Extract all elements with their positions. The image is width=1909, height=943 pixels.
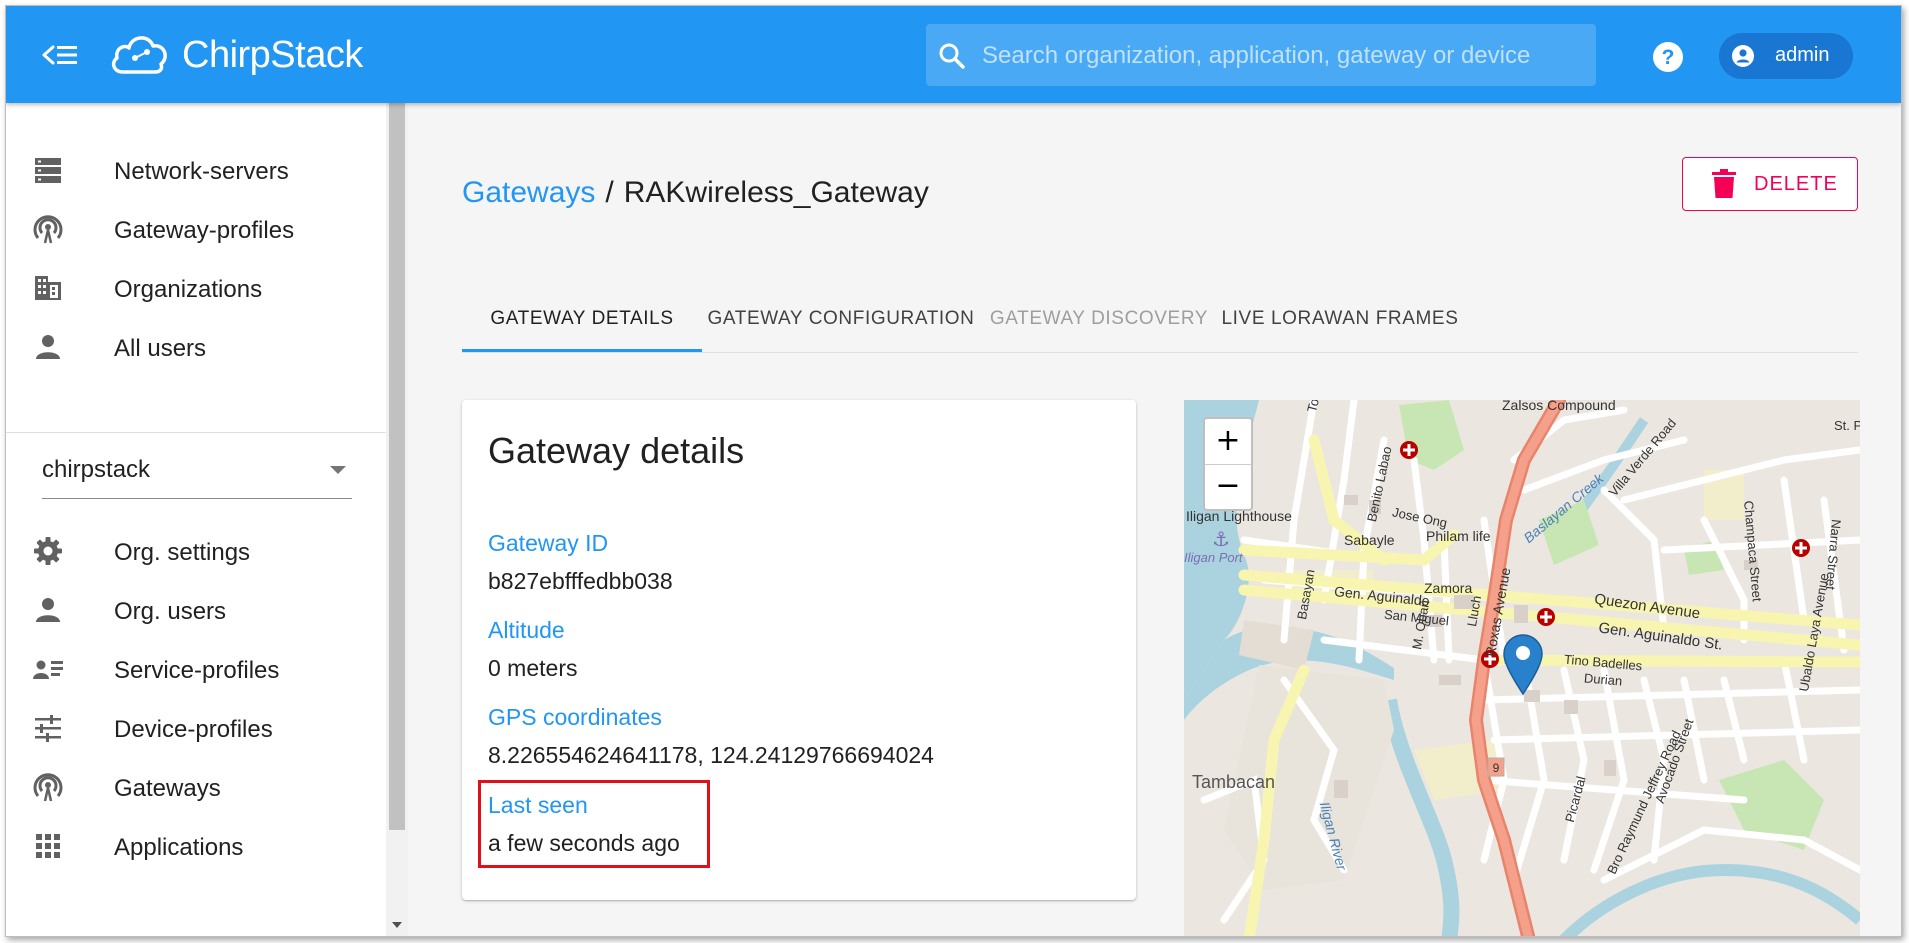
delete-button[interactable]: DELETE [1682, 157, 1858, 211]
sidebar-item-service-profiles[interactable]: Service-profiles [6, 637, 386, 701]
sidebar-item-label: All users [114, 335, 207, 362]
map-label: Iligan Port [1184, 550, 1243, 565]
map-label: Sabayle [1344, 532, 1395, 548]
search-box[interactable] [926, 24, 1596, 88]
card-title: Gateway details [488, 430, 745, 471]
search-input[interactable] [980, 24, 1584, 88]
person-icon [36, 335, 60, 359]
sidebar-item-label: Org. users [114, 598, 227, 625]
map-label: Zamora [1424, 580, 1473, 596]
app-bar: ChirpStack ? admin [6, 6, 1901, 103]
sidebar-item-label: Gateways [114, 775, 221, 802]
user-menu-button[interactable]: admin [1719, 33, 1853, 79]
altitude-label: Altitude [488, 617, 565, 643]
sidebar-item-applications[interactable]: Applications [6, 814, 386, 878]
sidebar-item-organizations[interactable]: Organizations [6, 256, 386, 320]
tab-bar: GATEWAY DETAILS GATEWAY CONFIGURATION GA… [462, 290, 1858, 353]
sidebar-item-label: Network-servers [114, 158, 289, 185]
scrollbar-thumb[interactable] [389, 103, 405, 830]
user-name: admin [1775, 44, 1830, 66]
sidebar-item-label: Gateway-profiles [114, 217, 295, 244]
gateway-icon [33, 773, 63, 802]
chirpstack-logo-icon [111, 36, 167, 74]
sidebar-item-gateways[interactable]: Gateways [6, 755, 386, 819]
delete-button-label: DELETE [1754, 173, 1838, 195]
service-profile-icon [33, 660, 63, 679]
dropdown-arrow-icon [330, 466, 346, 474]
sidebar-item-gateway-profiles[interactable]: Gateway-profiles [6, 197, 386, 261]
gateway-id-label: Gateway ID [488, 530, 609, 556]
sidebar-divider [6, 432, 386, 433]
gps-coordinates-label: GPS coordinates [488, 704, 662, 730]
brand-title: ChirpStack [182, 34, 363, 76]
help-icon[interactable]: ? [1652, 41, 1684, 73]
gateway-details-card: Gateway details Gateway ID b827ebfffedbb… [462, 400, 1136, 900]
breadcrumb-link-gateways[interactable]: Gateways [462, 176, 595, 209]
sliders-icon [35, 715, 61, 742]
sidebar-item-org-settings[interactable]: Org. settings [6, 519, 386, 583]
gateway-id-value: b827ebfffedbb038 [488, 568, 673, 594]
tab-live-lorawan-frames[interactable]: LIVE LORAWAN FRAMES [1218, 290, 1462, 352]
active-tab-indicator [462, 349, 702, 352]
trash-icon [1712, 169, 1736, 198]
organization-select-value: chirpstack [42, 456, 151, 483]
sidebar-item-label: Applications [114, 834, 244, 861]
collapse-menu-icon[interactable] [42, 39, 80, 71]
page-title: RAKwireless_Gateway [623, 176, 929, 209]
map-label: Philam life [1426, 528, 1491, 544]
organization-select[interactable]: chirpstack [42, 446, 352, 499]
tab-gateway-configuration[interactable]: GATEWAY CONFIGURATION [702, 290, 980, 352]
altitude-value: 0 meters [488, 655, 578, 681]
map-label: Durian [1583, 670, 1623, 689]
sidebar-item-label: Service-profiles [114, 657, 280, 684]
sidebar-item-device-profiles[interactable]: Device-profiles [6, 696, 386, 760]
last-seen-highlight [478, 780, 710, 868]
map-label: St. P [1834, 418, 1860, 433]
tab-gateway-discovery: GATEWAY DISCOVERY [989, 308, 1209, 329]
account-circle-icon [1732, 45, 1754, 67]
gateway-location-map[interactable]: 9 ⚓ + − Zalsos Compound Tomas Cabili Ave… [1184, 400, 1860, 936]
sidebar-item-org-users[interactable]: Org. users [6, 578, 386, 642]
sidebar-item-label: Org. settings [114, 539, 251, 566]
person-icon [36, 598, 60, 622]
breadcrumb-separator: / [605, 176, 614, 209]
gear-icon [34, 537, 62, 565]
map-tiles: 9 ⚓ [1184, 400, 1860, 936]
zoom-out-button[interactable]: − [1205, 464, 1251, 509]
scroll-down-arrow-icon[interactable] [392, 922, 402, 928]
map-zoom-control: + − [1203, 417, 1253, 511]
breadcrumb: Gateways / RAKwireless_Gateway [462, 176, 929, 210]
building-icon [35, 276, 61, 300]
app-window: ChirpStack ? admin [5, 5, 1902, 937]
apps-grid-icon [36, 834, 60, 858]
tab-gateway-details[interactable]: GATEWAY DETAILS [462, 290, 702, 352]
sidebar-scrollbar[interactable] [386, 103, 408, 936]
search-icon [939, 43, 965, 69]
gateway-icon [33, 215, 63, 244]
sidebar: Network-servers Gateway-profiles Organiz… [6, 103, 386, 936]
svg-text:⚓: ⚓ [1212, 527, 1230, 551]
server-icon [35, 158, 61, 183]
zoom-in-button[interactable]: + [1205, 419, 1251, 465]
map-label-route: 9 [1493, 761, 1500, 775]
gps-coordinates-value: 8.226554624641178, 124.24129766694024 [488, 742, 934, 768]
map-label: Tambacan [1192, 772, 1276, 792]
map-label: Zalsos Compound [1502, 400, 1616, 413]
sidebar-item-all-users[interactable]: All users [6, 315, 386, 379]
sidebar-item-label: Device-profiles [114, 716, 273, 743]
sidebar-item-network-servers[interactable]: Network-servers [6, 138, 386, 202]
svg-text:?: ? [1662, 46, 1675, 69]
sidebar-item-label: Organizations [114, 276, 263, 303]
